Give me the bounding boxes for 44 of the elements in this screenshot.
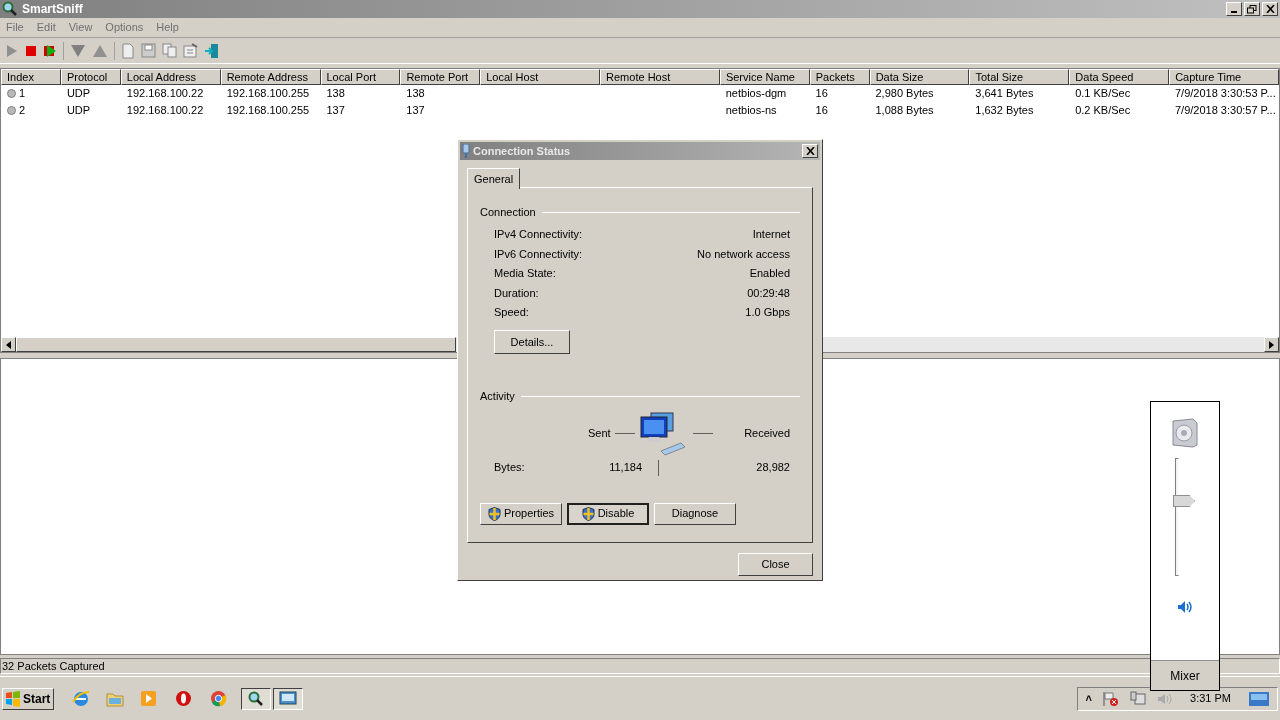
table-cell-text: 1,632 Bytes: [975, 103, 1034, 119]
table-cell-text: 1: [19, 86, 26, 102]
table-cell-text: 1,088 Bytes: [875, 103, 934, 119]
table-cell-text: 16: [815, 103, 828, 119]
sent-bytes: 11,184: [608, 460, 642, 476]
table-cell-text: 0.1 KB/Sec: [1075, 86, 1131, 102]
section-heading: Connection: [480, 205, 536, 220]
status-text: 32 Packets Captured: [2, 658, 105, 674]
received-bytes: 28,982: [756, 460, 790, 476]
table-cell-text: 7/9/2018 3:30:53 P...: [1175, 86, 1276, 102]
table-cell-text: netbios-dgm: [725, 86, 787, 102]
table-cell-text: UDP: [66, 86, 91, 102]
field-label: IPv6 Connectivity:: [494, 246, 583, 262]
table-cell-text: 137: [326, 103, 345, 119]
table-cell-text: 3,641 Bytes: [975, 86, 1034, 102]
table-cell-text: 138: [406, 86, 425, 102]
field-value: No network access: [697, 246, 790, 262]
sent-label: Sent: [588, 426, 611, 442]
field-label: IPv4 Connectivity:: [494, 227, 583, 242]
window-title: SmartSniff: [22, 1, 84, 18]
table-cell-text: 0.2 KB/Sec: [1075, 103, 1131, 119]
table-cell-text: netbios-ns: [725, 103, 777, 119]
table-cell-text: 192.168.100.255: [226, 86, 310, 102]
table-cell-text: 2,980 Bytes: [875, 86, 934, 102]
table-cell-text: 7/9/2018 3:30:57 P...: [1175, 103, 1276, 119]
table-cell-text: 138: [326, 86, 345, 102]
table-cell-text: 16: [815, 86, 828, 102]
table-cell-text: 192.168.100.22: [126, 103, 204, 119]
field-value: 00:29:48: [747, 285, 790, 301]
table-cell-text: 137: [406, 103, 425, 119]
field-value: 1.0 Gbps: [745, 305, 790, 320]
bytes-label: Bytes:: [494, 460, 526, 476]
field-label: Media State:: [494, 266, 556, 281]
dialog-title: Connection Status: [473, 143, 572, 159]
field-value: Enabled: [749, 266, 790, 281]
table-cell-text: UDP: [66, 103, 91, 119]
table-cell-text: 192.168.100.22: [126, 86, 204, 102]
table-cell-text: 192.168.100.255: [226, 103, 310, 119]
table-cell-text: 2: [19, 103, 26, 119]
field-label: Duration:: [494, 285, 539, 301]
section-heading: Activity: [480, 389, 515, 404]
field-label: Speed:: [494, 305, 529, 320]
received-label: Received: [744, 426, 790, 442]
field-value: Internet: [752, 227, 790, 242]
